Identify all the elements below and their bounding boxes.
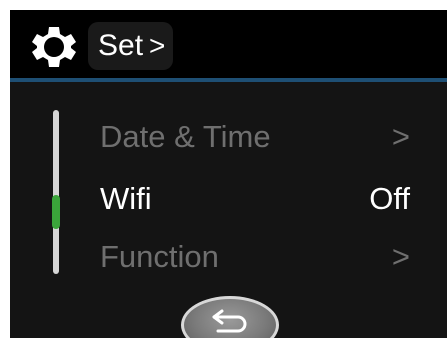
settings-screen: Set > Date & Time > Wifi Off Function >: [10, 10, 447, 338]
menu-item-label: Function: [100, 239, 219, 274]
scroll-thumb[interactable]: [52, 195, 60, 229]
menu-item-wifi[interactable]: Wifi Off: [100, 176, 420, 222]
menu-item-function[interactable]: Function >: [100, 234, 420, 280]
scrollbar[interactable]: [52, 110, 60, 274]
page-title-text: Set: [98, 29, 144, 62]
menu-item-date-time[interactable]: Date & Time >: [100, 114, 420, 160]
page-title[interactable]: Set >: [88, 22, 174, 70]
menu-item-label: Date & Time: [100, 119, 271, 154]
header-divider: [10, 78, 447, 82]
return-arrow-icon: [212, 309, 247, 333]
back-button[interactable]: [181, 296, 279, 338]
menu-item-label: Wifi: [100, 181, 152, 216]
chevron-right-icon: >: [391, 239, 410, 274]
header-bar: Set >: [10, 10, 447, 78]
chevron-right-icon: >: [391, 119, 410, 154]
menu-item-value: Off: [369, 181, 410, 216]
gear-icon: [32, 27, 76, 67]
chevron-right-icon: >: [149, 30, 166, 61]
